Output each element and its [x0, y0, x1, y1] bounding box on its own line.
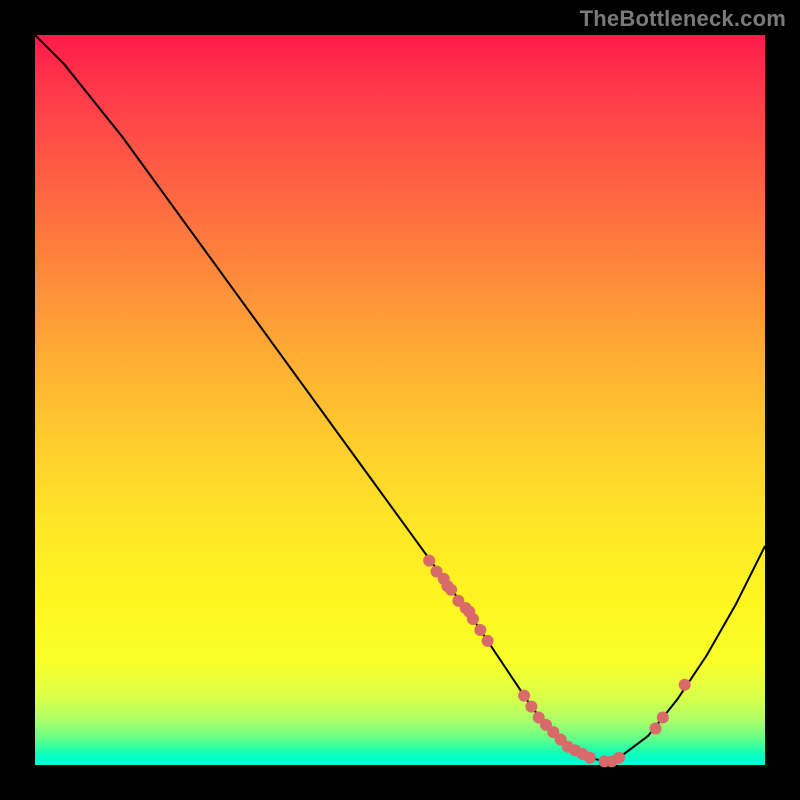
data-point	[657, 712, 669, 724]
data-point	[518, 690, 530, 702]
data-point	[474, 624, 486, 636]
chart-plot-area	[35, 35, 765, 765]
chart-svg	[35, 35, 765, 765]
data-point	[423, 555, 435, 567]
data-points-group	[423, 555, 691, 768]
data-point	[482, 635, 494, 647]
bottleneck-curve	[35, 35, 765, 761]
data-point	[525, 701, 537, 713]
data-point	[584, 752, 596, 764]
data-point	[445, 584, 457, 596]
data-point	[650, 723, 662, 735]
data-point	[679, 679, 691, 691]
data-point	[613, 752, 625, 764]
data-point	[467, 613, 479, 625]
watermark-text: TheBottleneck.com	[580, 6, 786, 32]
